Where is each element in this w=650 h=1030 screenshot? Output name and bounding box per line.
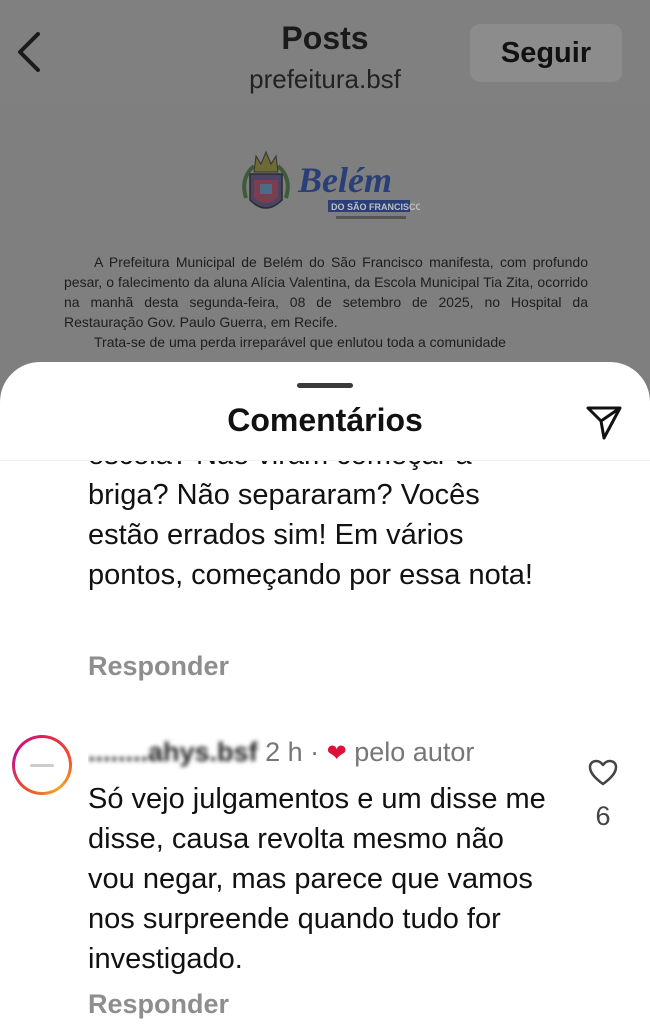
comment-meta: ........ahys.bsf 2 h · ❤ pelo autor <box>88 737 474 773</box>
comment-time: 2 h · <box>265 737 320 767</box>
comment-username[interactable]: ........ahys.bsf <box>88 737 258 767</box>
post-background: Posts prefeitura.bsf Seguir Belém DO SÃO… <box>0 0 650 424</box>
avatar[interactable] <box>12 735 72 795</box>
follow-button[interactable]: Seguir <box>470 24 622 82</box>
logo-title: Belém <box>297 160 392 200</box>
like-count: 6 <box>595 801 611 831</box>
drag-handle[interactable] <box>297 383 353 388</box>
reply-button[interactable]: Responder <box>88 651 229 682</box>
share-button[interactable] <box>584 402 624 442</box>
comments-title: Comentários <box>227 402 423 438</box>
post-body: A Prefeitura Municipal de Belém do São F… <box>64 252 588 352</box>
comments-list[interactable]: escola? Não viram começar a briga? Não s… <box>0 461 650 1030</box>
post-paragraph: Trata-se de uma perda irreparável que en… <box>94 334 506 350</box>
heart-filled-icon: ❤ <box>326 740 347 767</box>
post-paragraph: A Prefeitura Municipal de Belém do São F… <box>64 254 588 330</box>
reply-button[interactable]: Responder <box>88 989 229 1020</box>
author-badge: pelo autor <box>354 737 475 767</box>
comment-text: Só vejo julgamentos e um disse me disse,… <box>88 783 546 975</box>
heart-outline-icon[interactable] <box>588 759 618 787</box>
logo-subtitle: DO SÃO FRANCISCO <box>331 202 420 212</box>
city-logo: Belém DO SÃO FRANCISCO <box>242 150 420 219</box>
comments-sheet: Comentários escola? Não viram começar a … <box>0 362 650 1030</box>
send-icon <box>586 406 622 440</box>
comment-text: escola? Não viram começar a briga? Não s… <box>88 461 533 591</box>
